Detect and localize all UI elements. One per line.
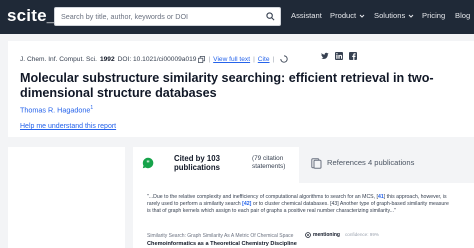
nav-product-label: Product: [330, 11, 357, 20]
copy-icon[interactable]: [198, 55, 206, 63]
citation-ref-42[interactable]: [42]: [242, 201, 251, 207]
chevron-down-icon: [359, 14, 365, 18]
quote-bubble-icon: ": [142, 157, 154, 169]
side-panel: [8, 147, 125, 248]
nav-blog-label: Blog: [455, 11, 471, 20]
excerpt-footer: Similarity Search: Graph Similarity As A…: [147, 232, 467, 240]
references-count: References 4 publications: [327, 158, 415, 167]
paper-header-card: J. Chem. Inf. Comput. Sci. 1992 DOI: 10.…: [8, 41, 474, 137]
author-name: Thomas R. Hagadone: [20, 105, 91, 115]
citation-excerpt: "...Due to the relative complexity and i…: [147, 194, 452, 216]
author-affiliation-marker: 1: [90, 105, 94, 111]
top-nav: scite_ Assistant Product Solutions Prici…: [0, 0, 474, 34]
search-input[interactable]: [55, 8, 255, 25]
citation-statements-count: (79 citation statements): [252, 155, 286, 170]
linkedin-icon[interactable]: [335, 52, 343, 60]
meta-divider: |: [272, 55, 275, 63]
mentioning-icon: [305, 232, 311, 238]
facebook-icon[interactable]: [349, 52, 357, 60]
help-understand-report-link[interactable]: Help me understand this report: [20, 123, 116, 130]
mentioning-label: mentioning: [313, 232, 340, 238]
nav-assistant-label: Assistant: [291, 11, 322, 20]
nav-assistant[interactable]: Assistant: [291, 11, 322, 20]
tab-cited-by[interactable]: " Cited by 103 publications (79 citation…: [133, 147, 299, 183]
view-full-text-link[interactable]: View full text: [213, 56, 250, 63]
citing-paper-source[interactable]: Similarity Search: Graph Similarity As A…: [147, 233, 293, 239]
chevron-down-icon: [408, 14, 414, 18]
nav-pricing-label: Pricing: [422, 11, 446, 20]
nav-product[interactable]: Product: [330, 11, 365, 20]
cited-by-count: Cited by 103 publications: [174, 154, 220, 173]
author-link[interactable]: Thomas R. Hagadone1: [20, 105, 93, 114]
journal-name: J. Chem. Inf. Comput. Sci.: [20, 55, 97, 63]
paper-meta: J. Chem. Inf. Comput. Sci. 1992 DOI: 10.…: [20, 55, 288, 63]
confidence-score: confidence: 99%: [345, 232, 379, 237]
scite-logo[interactable]: scite_: [7, 6, 56, 26]
search-icon: [265, 12, 274, 21]
nav-solutions[interactable]: Solutions: [374, 11, 414, 20]
search-button[interactable]: [260, 8, 280, 25]
next-citing-paper-title[interactable]: Chemoinformatics as a Theoretical Chemis…: [147, 241, 297, 247]
meta-divider: |: [253, 55, 255, 63]
doi-text: DOI: 10.1021/ci00009a019: [117, 55, 197, 63]
share-icons: [321, 52, 357, 60]
svg-text:": ": [146, 160, 149, 167]
references-icon: [311, 158, 322, 169]
cite-link[interactable]: Cite: [258, 56, 270, 63]
nav-pricing[interactable]: Pricing: [422, 11, 445, 20]
meta-divider: |: [208, 55, 211, 63]
nav-blog[interactable]: Blog: [455, 11, 470, 20]
paper-title: Molecular substructure similarity search…: [20, 71, 434, 100]
search-box: [54, 7, 281, 26]
nav-solutions-label: Solutions: [374, 11, 406, 20]
citations-panel: " Cited by 103 publications (79 citation…: [133, 147, 474, 248]
mentioning-badge: mentioning: [305, 232, 340, 238]
tab-references[interactable]: References 4 publications: [299, 147, 474, 183]
twitter-icon[interactable]: [321, 52, 329, 60]
publication-year: 1992: [99, 55, 115, 63]
excerpt-text-start: "...Due to the relative complexity and i…: [147, 194, 378, 200]
loading-spinner-icon: [280, 55, 288, 63]
